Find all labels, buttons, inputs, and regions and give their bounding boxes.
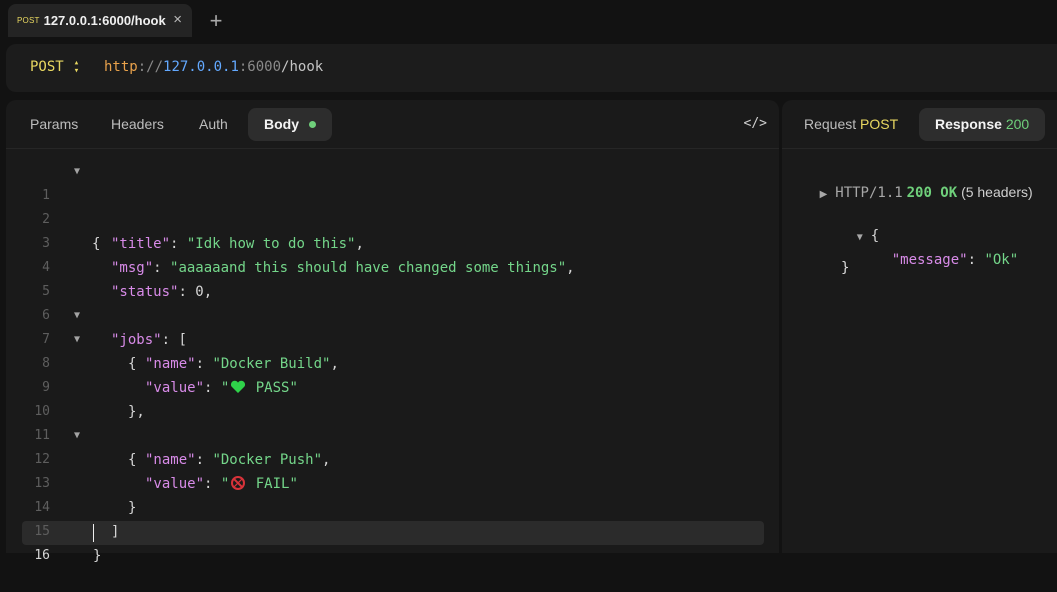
json-key: "message" bbox=[891, 252, 968, 268]
sort-arrows-icon: ▴ ▾ bbox=[73, 58, 80, 76]
request-pane: Params Headers Auth Body </> 1 ▼ { 2 "ti… bbox=[6, 100, 779, 564]
tab-headers[interactable]: Headers bbox=[95, 108, 180, 141]
url-separator: :// bbox=[137, 59, 164, 75]
code-line: 11 "name": "Docker Push", bbox=[6, 400, 779, 468]
tab-body-label: Body bbox=[264, 116, 299, 132]
url-path: /hook bbox=[281, 59, 324, 75]
code-line: 15 } bbox=[6, 496, 779, 564]
code-line: 5 ▼ "jobs": [ bbox=[6, 256, 779, 348]
url-host: 127.0.0.1 bbox=[163, 59, 239, 75]
json-string: "Ok" bbox=[984, 252, 1019, 268]
plus-icon[interactable]: + bbox=[205, 6, 227, 36]
code-line: 2 "title": "Idk how to do this", bbox=[6, 184, 779, 252]
code-line: 3 "msg": "aaaaaand this should have chan… bbox=[6, 208, 779, 276]
code-line: 14 ] bbox=[6, 472, 779, 540]
status-ok: 200 OK bbox=[906, 185, 958, 201]
code-line: 4 "status": 0, bbox=[6, 232, 779, 300]
response-tabs: Request POST Response 200 bbox=[782, 100, 1057, 149]
response-status-line[interactable]: ▶ HTTP/1.1 200 OK (5 headers) bbox=[804, 168, 1033, 217]
code-line: 6 ▼ { bbox=[6, 280, 779, 372]
method-select[interactable]: POST ▴ ▾ bbox=[30, 58, 80, 76]
fold-arrow-icon[interactable]: ▼ bbox=[74, 160, 80, 184]
response-json-entry: "message": "Ok" bbox=[858, 236, 1018, 284]
modified-dot-icon bbox=[309, 120, 316, 128]
code-view-icon[interactable]: </> bbox=[744, 116, 767, 131]
code-line: 12 "value": " FAIL" bbox=[6, 424, 779, 492]
code-line: 8 "value": " PASS" bbox=[6, 328, 779, 396]
tab-request-label: Request bbox=[804, 116, 857, 132]
url-input[interactable]: http://127.0.0.1:6000/hook bbox=[104, 59, 323, 75]
headers-count: (5 headers) bbox=[961, 184, 1033, 200]
code-line: 10 ▼ { bbox=[6, 376, 779, 468]
close-icon[interactable]: × bbox=[173, 11, 182, 28]
code-line: 16 bbox=[6, 520, 779, 563]
line-number: 16 bbox=[34, 548, 50, 563]
json-colon: : bbox=[967, 252, 985, 268]
code-line: 7 "name": "Docker Build", bbox=[6, 304, 779, 372]
request-tabs: Params Headers Auth Body </> bbox=[6, 100, 779, 149]
code-line: 1 ▼ { bbox=[6, 160, 779, 252]
url-port: :6000 bbox=[238, 59, 282, 75]
tab-request-method: POST bbox=[860, 116, 899, 132]
tab-response-label: Response bbox=[935, 116, 1002, 132]
expand-arrow-icon: ▶ bbox=[819, 189, 828, 200]
code-line: 9 }, bbox=[6, 352, 779, 420]
tab-method-badge: POST bbox=[17, 16, 40, 25]
url-bar: POST ▴ ▾ http://127.0.0.1:6000/hook bbox=[6, 44, 1057, 92]
response-pane: Request POST Response 200 ▶ HTTP/1.1 200 … bbox=[782, 100, 1057, 553]
response-json-close: } bbox=[841, 260, 850, 276]
tab-title: 127.0.0.1:6000/hook bbox=[43, 13, 166, 28]
code-line: 13 } bbox=[6, 448, 779, 516]
method-label: POST bbox=[30, 59, 64, 75]
http-protocol: HTTP/1.1 bbox=[835, 185, 903, 201]
request-tab[interactable]: POST 127.0.0.1:6000/hook × bbox=[8, 4, 192, 37]
url-scheme: http bbox=[104, 59, 138, 75]
tab-response-code: 200 bbox=[1005, 116, 1030, 132]
tab-response[interactable]: Response 200 bbox=[919, 108, 1046, 141]
tab-request[interactable]: Request POST bbox=[788, 108, 914, 141]
tab-body[interactable]: Body bbox=[248, 108, 332, 141]
tab-auth[interactable]: Auth bbox=[183, 108, 244, 141]
tab-params[interactable]: Params bbox=[14, 108, 94, 141]
tab-strip: POST 127.0.0.1:6000/hook × + bbox=[0, 0, 1057, 42]
code-text: } bbox=[93, 548, 102, 564]
